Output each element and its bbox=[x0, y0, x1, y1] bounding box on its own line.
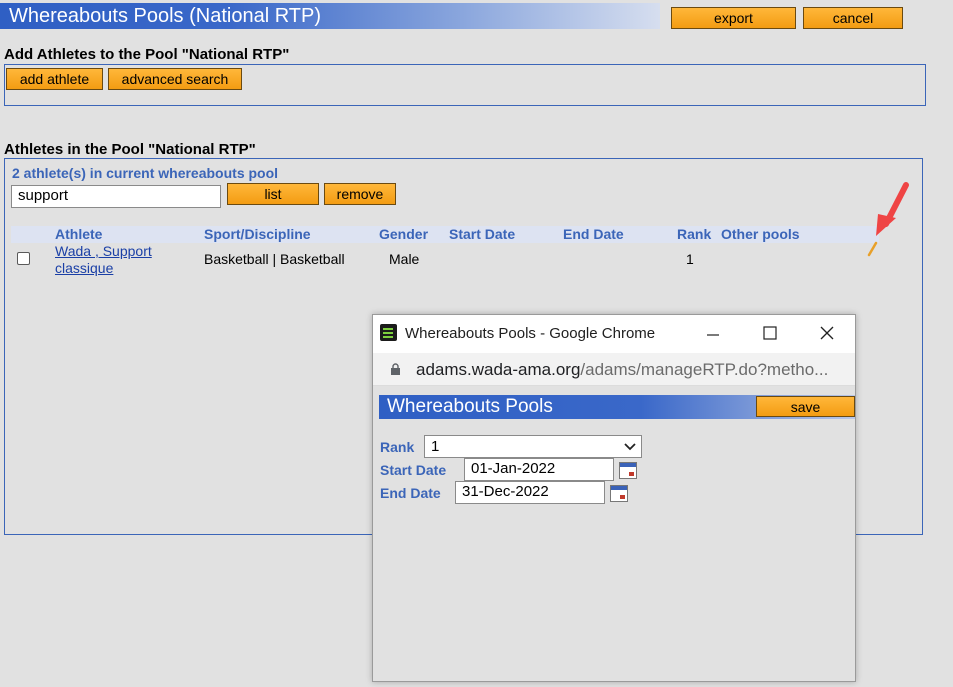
popup-titlebar: Whereabouts Pools - Google Chrome bbox=[373, 315, 855, 353]
page-title: Whereabouts Pools (National RTP) bbox=[0, 3, 660, 29]
chevron-down-icon bbox=[624, 443, 636, 451]
advanced-search-button[interactable]: advanced search bbox=[108, 68, 242, 90]
pool-section-title: Athletes in the Pool "National RTP" bbox=[4, 141, 256, 158]
remove-button[interactable]: remove bbox=[324, 183, 396, 205]
save-button[interactable]: save bbox=[756, 396, 855, 417]
close-icon[interactable] bbox=[820, 326, 834, 340]
end-date-input[interactable]: 31-Dec-2022 bbox=[455, 481, 605, 504]
col-gender[interactable]: Gender bbox=[379, 226, 428, 242]
popup-body: Whereabouts Pools save Rank 1 Start Date… bbox=[373, 386, 855, 681]
rank-select[interactable]: 1 bbox=[424, 435, 642, 458]
row-rank: 1 bbox=[686, 251, 694, 267]
start-date-input[interactable]: 01-Jan-2022 bbox=[464, 458, 614, 481]
red-arrow-annotation bbox=[876, 182, 909, 236]
list-button[interactable]: list bbox=[227, 183, 319, 205]
add-section-title: Add Athletes to the Pool "National RTP" bbox=[4, 46, 290, 63]
col-end-date[interactable]: End Date bbox=[563, 226, 624, 242]
popup-url: adams.wada-ama.org/adams/manageRTP.do?me… bbox=[416, 360, 828, 380]
col-start-date[interactable]: Start Date bbox=[449, 226, 515, 242]
col-rank[interactable]: Rank bbox=[677, 226, 711, 242]
start-date-label: Start Date bbox=[380, 462, 447, 478]
col-athlete[interactable]: Athlete bbox=[55, 226, 102, 242]
pencil-icon[interactable] bbox=[866, 240, 880, 258]
lock-icon bbox=[391, 363, 400, 375]
end-date-label: End Date bbox=[380, 485, 441, 501]
athlete-link[interactable]: Wada , Support bbox=[55, 243, 152, 259]
popup-address-bar[interactable]: adams.wada-ama.org/adams/manageRTP.do?me… bbox=[373, 353, 855, 386]
rank-label: Rank bbox=[380, 439, 415, 455]
athlete-count: 2 athlete(s) in current whereabouts pool bbox=[12, 165, 279, 181]
app-logo-icon bbox=[380, 324, 397, 341]
add-athlete-button[interactable]: add athlete bbox=[6, 68, 103, 90]
popup-window: Whereabouts Pools - Google Chrome adams.… bbox=[372, 314, 856, 682]
row-gender: Male bbox=[389, 251, 420, 267]
maximize-icon[interactable] bbox=[763, 326, 777, 340]
url-host: adams.wada-ama.org bbox=[416, 360, 581, 379]
url-path: /adams/manageRTP.do?metho... bbox=[580, 360, 829, 379]
rank-select-value: 1 bbox=[431, 438, 440, 455]
col-sport[interactable]: Sport/Discipline bbox=[204, 226, 311, 242]
search-input[interactable]: support bbox=[11, 185, 221, 208]
popup-window-title: Whereabouts Pools - Google Chrome bbox=[405, 325, 656, 342]
export-button[interactable]: export bbox=[671, 7, 796, 29]
calendar-icon[interactable] bbox=[619, 462, 637, 479]
row-sport: Basketball | Basketball bbox=[204, 251, 345, 267]
minimize-icon[interactable] bbox=[706, 327, 720, 341]
row-select-checkbox[interactable] bbox=[17, 252, 30, 265]
calendar-icon[interactable] bbox=[610, 485, 628, 502]
col-other-pools[interactable]: Other pools bbox=[721, 226, 800, 242]
athlete-link-line2[interactable]: classique bbox=[55, 260, 113, 276]
cancel-button[interactable]: cancel bbox=[803, 7, 903, 29]
